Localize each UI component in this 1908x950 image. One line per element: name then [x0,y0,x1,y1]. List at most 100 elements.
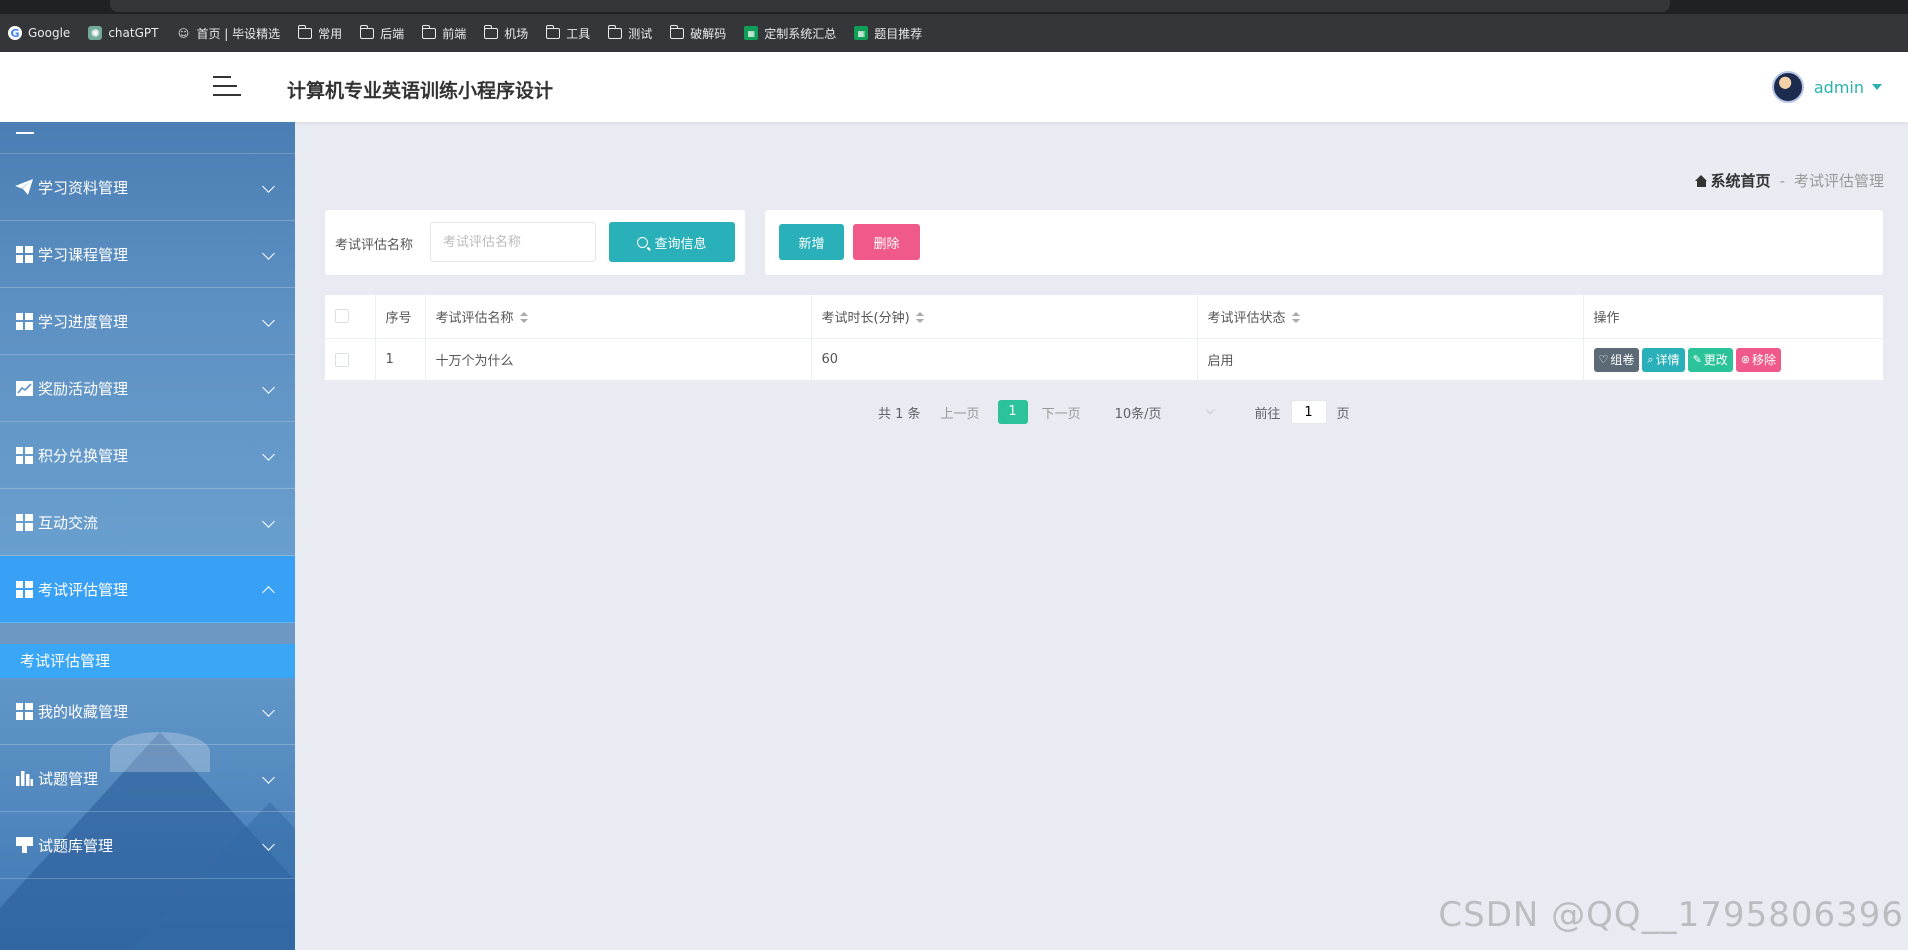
breadcrumb-home[interactable]: 系统首页 [1694,170,1771,191]
column-header-label: 考试评估状态 [1207,310,1286,326]
compose-paper-button[interactable]: ♡ 组卷 [1593,347,1640,372]
bookmark-sheet[interactable]: ▦ 定制系统汇总 [744,25,836,42]
breadcrumb: 系统首页 - 考试评估管理 [1694,170,1884,191]
sidebar-item-rewards[interactable]: 奖励活动管理 [0,355,295,422]
grid-icon [15,446,33,464]
sidebar-scrolled-item[interactable] [0,122,295,154]
sidebar-item-label: 试题库管理 [38,836,114,855]
search-button[interactable]: 查询信息 [609,222,735,262]
sidebar-item-favorites[interactable]: 我的收藏管理 [0,678,295,745]
menu-toggle-icon[interactable] [213,76,241,98]
button-label: 更改 [1703,353,1728,367]
goto-page-input[interactable] [1290,400,1327,424]
browser-tab-strip [0,0,1908,14]
sort-icon[interactable] [519,312,528,324]
page-size-label: 10条/页 [1114,406,1162,422]
column-header-index: 序号 [375,295,426,339]
bookmark-label: 工具 [566,26,591,41]
bookmark-site[interactable]: ☺ 首页 | 毕设精选 [176,25,280,42]
select-all-checkbox[interactable] [335,309,349,324]
sidebar-item-questions[interactable]: 试题管理 [0,745,295,812]
column-header-name[interactable]: 考试评估名称 [425,295,812,339]
bookmark-google[interactable]: G Google [8,26,70,40]
folder-icon [483,24,499,39]
watermark: CSDN @QQ__1795806396 [1438,895,1904,935]
bookmark-label: 题目推荐 [874,26,923,41]
breadcrumb-separator: - [1779,171,1785,190]
search-panel: 考试评估名称 查询信息 [325,210,745,275]
address-bar[interactable] [110,0,1670,12]
search-icon [637,236,649,248]
prev-page-button[interactable]: 上一页 [941,403,980,422]
bookmark-folder[interactable]: 前端 [421,24,466,42]
column-header-duration[interactable]: 考试时长(分钟) [811,295,1198,339]
chatgpt-icon: ✺ [88,26,103,40]
row-select-cell [325,338,376,382]
chevron-down-icon [262,247,275,260]
remove-circle-icon: ⊗ [1740,353,1751,366]
bookmark-folder[interactable]: 测试 [607,24,653,42]
sort-icon[interactable] [915,312,924,324]
sort-icon[interactable] [1291,312,1300,324]
sheet-icon: ▦ [854,26,869,40]
grid-icon [15,245,33,263]
search-input[interactable] [430,222,596,262]
detail-button[interactable]: ⌕ 详情 [1642,347,1685,372]
select-all-cell [325,295,376,339]
sidebar-item-progress[interactable]: 学习进度管理 [0,288,295,355]
row-checkbox[interactable] [335,352,349,367]
line-chart-icon [15,379,33,397]
sidebar-item-exam-evaluation[interactable]: 考试评估管理 [0,556,295,623]
submenu-spacer [0,623,295,644]
bookmark-label: 测试 [628,26,653,41]
bookmark-folder[interactable]: 工具 [545,24,591,42]
data-table: 序号 考试评估名称 考试时长(分钟) 考试评估状态 操作 1 十万个为什么 60… [325,295,1883,382]
bookmark-folder[interactable]: 破解码 [669,24,727,42]
column-header-label: 考试评估名称 [435,310,514,326]
bookmark-label: Google [28,26,71,40]
sidebar-item-interaction[interactable]: 互动交流 [0,489,295,556]
column-header-actions: 操作 [1583,295,1883,339]
sidebar-item-label: 学习进度管理 [38,312,129,331]
column-header-status[interactable]: 考试评估状态 [1197,295,1584,339]
bookmark-label: chatGPT [108,26,159,40]
submenu-item-exam-evaluation[interactable]: 考试评估管理 [0,644,295,678]
user-menu[interactable]: admin [1771,71,1882,103]
action-panel: 新增 删除 [765,210,1883,275]
page-number-current[interactable]: 1 [997,400,1028,424]
sidebar-item-study-materials[interactable]: 学习资料管理 [0,154,295,221]
bookmark-folder[interactable]: 机场 [483,24,528,42]
app-header: 计算机专业英语训练小程序设计 admin [0,52,1908,122]
bookmark-label: 首页 | 毕设精选 [196,26,281,41]
edit-button[interactable]: ✎ 更改 [1687,347,1733,372]
delete-button[interactable]: 删除 [853,224,920,260]
remove-button[interactable]: ⊗ 移除 [1735,347,1782,372]
app-title: 计算机专业英语训练小程序设计 [287,80,554,102]
sidebar-item-question-bank[interactable]: 试题库管理 [0,812,295,879]
bookmark-chatgpt[interactable]: ✺ chatGPT [88,26,158,40]
bookmark-label: 破解码 [690,26,727,41]
sidebar-item-courses[interactable]: 学习课程管理 [0,221,295,288]
next-page-button[interactable]: 下一页 [1042,403,1081,422]
bookmark-sheet[interactable]: ▦ 题目推荐 [854,25,922,42]
table-header-row: 序号 考试评估名称 考试时长(分钟) 考试评估状态 操作 [325,295,1883,339]
chevron-down-icon [262,838,275,851]
add-button[interactable]: 新增 [779,224,844,260]
sidebar-item-label: 我的收藏管理 [38,702,129,721]
breadcrumb-home-label: 系统首页 [1710,172,1771,190]
folder-icon [607,24,623,39]
chevron-down-icon [262,381,275,394]
breadcrumb-current: 考试评估管理 [1793,172,1884,190]
paper-plane-icon [15,178,33,196]
sidebar-item-points-exchange[interactable]: 积分兑换管理 [0,422,295,489]
sidebar-item-label: 试题管理 [38,769,99,788]
folder-icon [359,24,375,39]
folder-icon [297,24,313,39]
grid-icon [15,580,33,598]
bookmark-folder[interactable]: 后端 [359,24,404,42]
bookmark-folder[interactable]: 常用 [297,24,342,42]
heart-icon: ♡ [1598,353,1609,366]
sidebar-item-label: 学习资料管理 [38,178,129,197]
page-size-select[interactable]: 10条/页 [1114,403,1214,422]
folder-icon [669,24,685,39]
